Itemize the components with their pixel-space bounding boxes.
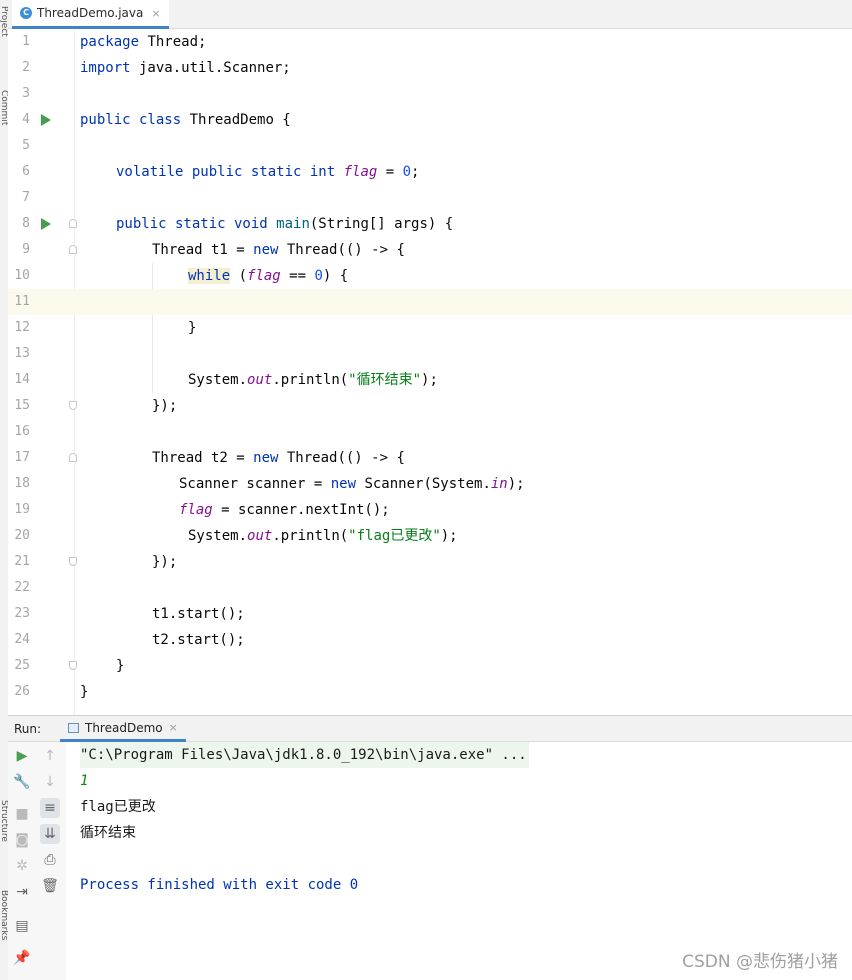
fold-marker-icon[interactable] (69, 245, 77, 254)
run-tab-label: ThreadDemo (85, 720, 163, 735)
run-config-icon (68, 722, 79, 733)
code-line-21: 21 }); (14, 554, 178, 570)
editor-tab-bar: C ThreadDemo.java × (8, 0, 852, 29)
fold-marker-icon[interactable] (69, 401, 77, 410)
code-line-25: 25 } (14, 658, 125, 674)
rerun-icon[interactable]: ▶ (12, 746, 32, 766)
soft-wrap-icon[interactable]: ≡ (40, 798, 60, 818)
wrench-icon[interactable]: 🔧 (12, 772, 32, 792)
run-label: Run: (14, 722, 42, 736)
console-output[interactable]: "C:\Program Files\Java\jdk1.8.0_192\bin\… (66, 742, 852, 980)
arrow-up-icon[interactable]: ↑ (40, 746, 60, 766)
code-line-4: 4 public class ThreadDemo { (22, 112, 291, 128)
fold-marker-icon[interactable] (69, 219, 77, 228)
console-command-line: "C:\Program Files\Java\jdk1.8.0_192\bin\… (80, 742, 529, 768)
code-line-14: 14 System.out.println("循环结束"); (14, 372, 438, 388)
console-output-line: 循环结束 (80, 825, 136, 841)
code-line-1: 1 package Thread; (22, 34, 207, 50)
fold-marker-icon[interactable] (69, 453, 77, 462)
run-panel-header: Run: ThreadDemo × (8, 715, 852, 742)
run-main-icon[interactable] (41, 218, 51, 230)
code-line-16: 16 (14, 424, 30, 439)
code-line-13: 13 (14, 346, 30, 361)
code-line-2: 2 import java.util.Scanner; (22, 60, 291, 76)
console-toolbar: ▶ 🔧 ■ ◙ ✲ ⇥ ▤ 📌 ↑ ↓ ≡ ⇊ ⎙ 🗑 (8, 742, 67, 980)
java-class-icon: C (20, 7, 32, 19)
tab-threaddemo-java[interactable]: C ThreadDemo.java × (12, 0, 169, 29)
console-output-line: flag已更改 (80, 799, 156, 815)
code-line-24: 24 t2.start(); (14, 632, 245, 648)
run-class-icon[interactable] (41, 114, 51, 126)
print-icon[interactable]: ⎙ (40, 850, 60, 870)
code-line-20: 20 System.out.println("flag已更改"); (14, 528, 458, 544)
code-line-11-current: 11 (8, 289, 852, 315)
close-icon[interactable]: × (151, 7, 160, 20)
tab-label: ThreadDemo.java (37, 6, 144, 20)
code-line-3: 3 (22, 86, 30, 101)
trash-icon[interactable]: 🗑 (40, 876, 60, 896)
code-line-7: 7 (22, 190, 30, 205)
code-line-18: 18 Scanner scanner = new Scanner(System.… (14, 476, 525, 492)
close-icon[interactable]: × (169, 721, 178, 734)
login-icon[interactable]: ⇥ (12, 882, 32, 902)
fold-marker-icon[interactable] (69, 557, 77, 566)
code-line-6: 6 volatile public static int flag = 0; (22, 164, 420, 180)
console-exit-message: Process finished with exit code 0 (80, 877, 359, 893)
console-user-input: 1 (80, 773, 89, 789)
code-line-22: 22 (14, 580, 30, 595)
debug-icon[interactable]: ✲ (12, 856, 32, 876)
arrow-down-icon[interactable]: ↓ (40, 772, 60, 792)
camera-icon[interactable]: ◙ (12, 830, 32, 850)
code-line-23: 23 t1.start(); (14, 606, 245, 622)
scroll-to-end-icon[interactable]: ⇊ (40, 824, 60, 844)
code-line-10: 10 while (flag == 0) { (14, 268, 349, 284)
fold-marker-icon[interactable] (69, 661, 77, 670)
layout-icon[interactable]: ▤ (12, 916, 32, 936)
code-line-8: 8 public static void main(String[] args)… (22, 216, 454, 232)
code-line-17: 17 Thread t2 = new Thread(() -> { (14, 450, 405, 466)
run-tab-threaddemo[interactable]: ThreadDemo × (60, 716, 186, 742)
code-line-15: 15 }); (14, 398, 178, 414)
code-line-12: 12 } (14, 320, 197, 336)
watermark: CSDN @悲伤猪小猪 (682, 952, 838, 972)
stop-icon[interactable]: ■ (12, 804, 32, 824)
code-line-5: 5 (22, 138, 30, 153)
code-editor[interactable]: 1 package Thread; 2 import java.util.Sca… (8, 29, 852, 715)
pin-icon[interactable]: 📌 (12, 948, 32, 968)
code-line-26: 26 } (14, 684, 89, 700)
code-line-19: 19 flag = scanner.nextInt(); (14, 502, 390, 518)
code-line-9: 9 Thread t1 = new Thread(() -> { (22, 242, 405, 258)
